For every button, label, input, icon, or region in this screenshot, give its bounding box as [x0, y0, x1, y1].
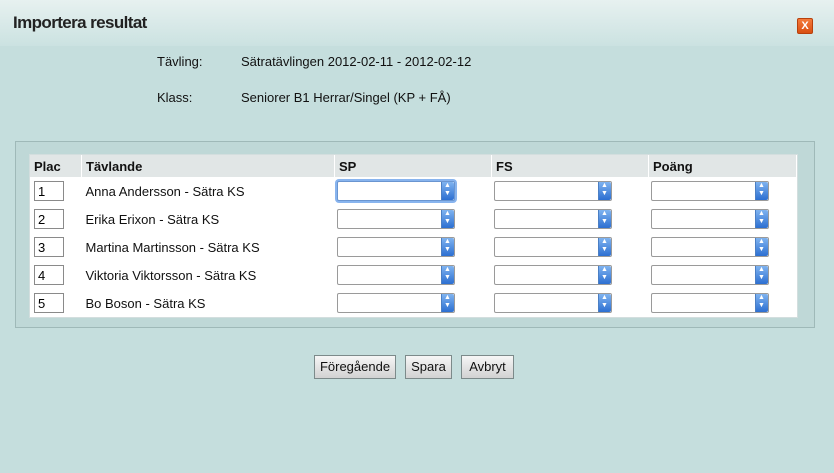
competition-value: Sätratävlingen 2012-02-11 - 2012-02-12	[241, 54, 472, 69]
points-select[interactable]: ▲ ▼	[650, 265, 769, 285]
header-plac: Plac	[30, 155, 82, 177]
results-table-container: Plac Tävlande SP FS Poäng Anna Andersson…	[29, 154, 798, 318]
plac-input[interactable]	[34, 265, 64, 285]
table-row: Anna Andersson - Sätra KS ▲▼ ▲▼ ▲▼	[30, 177, 797, 205]
points-select[interactable]: ▲ ▼	[650, 181, 769, 201]
table-row: Martina Martinsson - Sätra KS ▲▼ ▲▼ ▲▼	[30, 233, 797, 261]
header-points: Poäng	[648, 155, 797, 177]
competitor-name: Viktoria Viktorsson - Sätra KS	[85, 267, 257, 283]
button-bar: Föregående Spara Avbryt	[0, 355, 834, 379]
competitor-name: Martina Martinsson - Sätra KS	[85, 239, 260, 255]
points-select[interactable]: ▲ ▼	[650, 237, 769, 257]
plac-input[interactable]	[34, 209, 64, 229]
plac-input[interactable]	[34, 293, 64, 313]
points-cell: ▲ ▼	[649, 205, 797, 233]
points-select[interactable]: ▲ ▼	[650, 209, 769, 229]
dialog-title: Importera resultat	[13, 13, 147, 32]
dialog-titlebar: Importera resultat X	[0, 0, 834, 46]
points-cell: ▲ ▼	[649, 289, 797, 317]
points-cell: ▲ ▼	[649, 261, 797, 289]
sp-cell: ▲ ▼	[335, 233, 492, 261]
sp-cell: ▲ ▼	[335, 177, 492, 205]
plac-cell	[30, 177, 82, 205]
select-arrows-icon: ▲ ▼	[597, 210, 611, 228]
table-row: Bo Boson - Sätra KS ▲▼ ▲▼ ▲▼	[30, 289, 797, 317]
select-arrows-icon: ▲ ▼	[597, 266, 611, 284]
sp-cell: ▲ ▼	[335, 205, 492, 233]
competition-label: Tävling:	[157, 54, 203, 69]
select-arrows-icon: ▲ ▼	[597, 182, 611, 200]
select-arrows-icon: ▲ ▼	[440, 210, 454, 228]
fs-select[interactable]: ▲ ▼	[493, 237, 612, 257]
fs-select[interactable]: ▲ ▼	[493, 265, 612, 285]
select-arrows-icon: ▲ ▼	[597, 238, 611, 256]
select-arrows-icon: ▲ ▼	[754, 238, 768, 256]
plac-input[interactable]	[34, 237, 64, 257]
select-arrows-icon: ▲ ▼	[440, 266, 454, 284]
table-header-row: Plac Tävlande SP FS Poäng	[30, 155, 797, 177]
class-label: Klass:	[157, 90, 193, 105]
header-competitor: Tävlande	[81, 155, 335, 177]
sp-select[interactable]: ▲ ▼	[336, 209, 455, 229]
select-arrows-icon: ▲ ▼	[440, 238, 454, 256]
plac-cell	[30, 261, 82, 289]
sp-select[interactable]: ▲ ▼	[336, 265, 455, 285]
plac-cell	[30, 289, 82, 317]
select-arrows-icon: ▲ ▼	[440, 294, 454, 312]
competitor-name: Erika Erixon - Sätra KS	[85, 211, 220, 227]
results-table: Plac Tävlande SP FS Poäng Anna Andersson…	[30, 155, 797, 317]
fs-cell: ▲ ▼	[492, 233, 649, 261]
fs-cell: ▲ ▼	[492, 205, 649, 233]
header-fs: FS	[491, 155, 649, 177]
select-arrows-icon: ▲ ▼	[754, 210, 768, 228]
points-cell: ▲ ▼	[649, 233, 797, 261]
competitor-name: Anna Andersson - Sätra KS	[85, 183, 245, 199]
close-icon: X	[801, 20, 809, 32]
cancel-button[interactable]: Avbryt	[461, 355, 514, 379]
fs-cell: ▲ ▼	[492, 289, 649, 317]
plac-cell	[30, 205, 82, 233]
previous-button[interactable]: Föregående	[314, 355, 396, 379]
fs-select[interactable]: ▲ ▼	[493, 293, 612, 313]
fs-select[interactable]: ▲ ▼	[493, 209, 612, 229]
fs-cell: ▲ ▼	[492, 261, 649, 289]
points-select[interactable]: ▲ ▼	[650, 293, 769, 313]
select-arrows-icon: ▲ ▼	[754, 294, 768, 312]
points-cell: ▲ ▼	[649, 177, 797, 205]
select-arrows-icon: ▲ ▼	[754, 266, 768, 284]
plac-input[interactable]	[34, 181, 64, 201]
results-panel: Plac Tävlande SP FS Poäng Anna Andersson…	[15, 141, 815, 328]
select-arrows-icon: ▲ ▼	[440, 182, 454, 200]
table-row: Viktoria Viktorsson - Sätra KS ▲▼ ▲▼ ▲▼	[30, 261, 797, 289]
header-sp: SP	[334, 155, 492, 177]
fs-cell: ▲ ▼	[492, 177, 649, 205]
class-value: Seniorer B1 Herrar/Singel (KP + FÅ)	[241, 90, 451, 105]
table-row: Erika Erixon - Sätra KS ▲▼ ▲▼ ▲▼	[30, 205, 797, 233]
plac-cell	[30, 233, 82, 261]
close-button[interactable]: X	[797, 18, 813, 34]
competitor-name: Bo Boson - Sätra KS	[85, 295, 206, 311]
sp-select[interactable]: ▲ ▼	[336, 293, 455, 313]
sp-select[interactable]: ▲ ▼	[336, 237, 455, 257]
fs-select[interactable]: ▲ ▼	[493, 181, 612, 201]
sp-cell: ▲ ▼	[335, 261, 492, 289]
sp-cell: ▲ ▼	[335, 289, 492, 317]
select-arrows-icon: ▲ ▼	[597, 294, 611, 312]
sp-select[interactable]: ▲ ▼	[336, 181, 455, 201]
select-arrows-icon: ▲ ▼	[754, 182, 768, 200]
save-button[interactable]: Spara	[405, 355, 452, 379]
